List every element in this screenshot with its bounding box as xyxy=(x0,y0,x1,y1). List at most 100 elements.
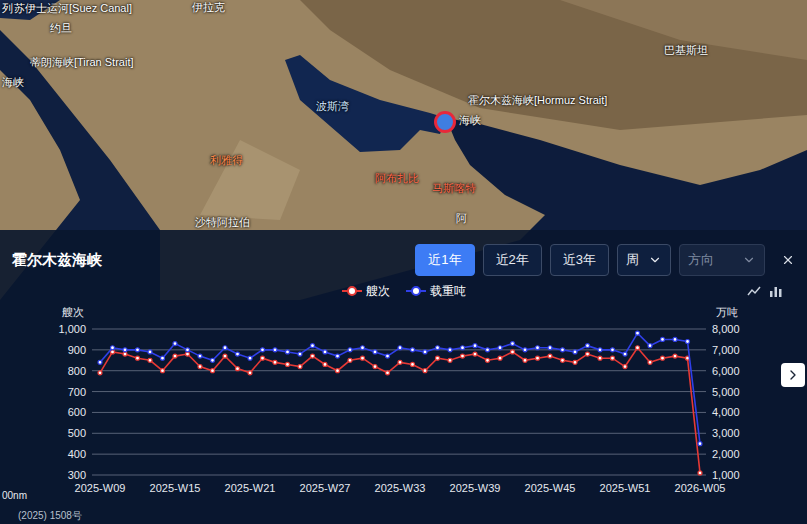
series-point[interactable] xyxy=(361,356,365,360)
map-label[interactable]: 蒂朗海峡[Tiran Strait] xyxy=(30,56,134,69)
series-point[interactable] xyxy=(111,345,115,349)
series-point[interactable] xyxy=(473,352,477,356)
series-point[interactable] xyxy=(211,358,215,362)
legend-item[interactable]: 载重吨 xyxy=(406,282,466,300)
series-point[interactable] xyxy=(548,354,552,358)
series-point[interactable] xyxy=(336,368,340,372)
series-point[interactable] xyxy=(473,343,477,347)
series-point[interactable] xyxy=(173,354,177,358)
map-label[interactable]: 苏伊士运河[Suez Canal] xyxy=(14,2,132,15)
series-point[interactable] xyxy=(398,360,402,364)
series-point[interactable] xyxy=(461,345,465,349)
series-point[interactable] xyxy=(498,356,502,360)
series-point[interactable] xyxy=(311,343,315,347)
series-point[interactable] xyxy=(261,356,265,360)
series-point[interactable] xyxy=(611,347,615,351)
period-select[interactable]: 周 xyxy=(617,244,671,276)
series-point[interactable] xyxy=(523,358,527,362)
map-label[interactable]: 阿布扎比 xyxy=(375,172,419,185)
series-point[interactable] xyxy=(486,358,490,362)
series-point[interactable] xyxy=(148,358,152,362)
series-point[interactable] xyxy=(273,347,277,351)
series-point[interactable] xyxy=(98,360,102,364)
line-chart-icon[interactable] xyxy=(747,285,761,297)
series-point[interactable] xyxy=(323,362,327,366)
series-point[interactable] xyxy=(211,368,215,372)
map-label[interactable]: 马斯喀特 xyxy=(432,182,476,195)
series-point[interactable] xyxy=(536,345,540,349)
series-point[interactable] xyxy=(511,349,515,353)
series-point[interactable] xyxy=(373,364,377,368)
series-point[interactable] xyxy=(248,370,252,374)
series-point[interactable] xyxy=(686,339,690,343)
series-point[interactable] xyxy=(486,347,490,351)
series-point[interactable] xyxy=(198,364,202,368)
series-point[interactable] xyxy=(323,349,327,353)
series-point[interactable] xyxy=(273,360,277,364)
series-point[interactable] xyxy=(186,347,190,351)
map-label[interactable]: 海峡 xyxy=(459,114,481,127)
series-point[interactable] xyxy=(573,360,577,364)
map-label[interactable]: 海峡 xyxy=(2,76,24,89)
map-label[interactable]: 霍尔木兹海峡[Hormuz Strait] xyxy=(468,94,607,107)
series-point[interactable] xyxy=(598,356,602,360)
series-point[interactable] xyxy=(523,347,527,351)
series-point[interactable] xyxy=(123,347,127,351)
series-point[interactable] xyxy=(648,343,652,347)
series-point[interactable] xyxy=(436,356,440,360)
series-point[interactable] xyxy=(411,362,415,366)
series-point[interactable] xyxy=(636,345,640,349)
series-point[interactable] xyxy=(561,347,565,351)
series-point[interactable] xyxy=(348,358,352,362)
series-point[interactable] xyxy=(673,354,677,358)
map-label[interactable]: 沙特阿拉伯 xyxy=(195,216,250,229)
series-point[interactable] xyxy=(286,349,290,353)
map-label[interactable]: 巴基斯坦 xyxy=(664,44,708,57)
direction-select[interactable]: 方向 xyxy=(679,244,765,276)
series-point[interactable] xyxy=(161,356,165,360)
map-label[interactable]: 阿 xyxy=(456,212,467,225)
series-point[interactable] xyxy=(236,366,240,370)
series-point[interactable] xyxy=(98,370,102,374)
series-point[interactable] xyxy=(661,337,665,341)
map-label[interactable]: 列 xyxy=(2,2,13,15)
series-point[interactable] xyxy=(261,347,265,351)
series-point[interactable] xyxy=(461,354,465,358)
next-button[interactable] xyxy=(781,363,805,387)
series-point[interactable] xyxy=(511,341,515,345)
series-point[interactable] xyxy=(336,354,340,358)
series-point[interactable] xyxy=(586,343,590,347)
series-point[interactable] xyxy=(448,358,452,362)
series-point[interactable] xyxy=(173,341,177,345)
series-point[interactable] xyxy=(636,331,640,335)
series-point[interactable] xyxy=(361,345,365,349)
series-point[interactable] xyxy=(236,352,240,356)
series-point[interactable] xyxy=(661,356,665,360)
range-button[interactable]: 近2年 xyxy=(483,244,542,276)
series-point[interactable] xyxy=(148,349,152,353)
bar-chart-icon[interactable] xyxy=(769,285,783,297)
map-label[interactable]: 伊拉克 xyxy=(192,1,225,14)
series-point[interactable] xyxy=(411,347,415,351)
series-point[interactable] xyxy=(611,356,615,360)
range-button[interactable]: 近1年 xyxy=(415,244,474,276)
series-point[interactable] xyxy=(548,345,552,349)
series-point[interactable] xyxy=(586,352,590,356)
map-label[interactable]: 利雅得 xyxy=(210,154,243,167)
close-button[interactable] xyxy=(777,249,799,271)
series-point[interactable] xyxy=(448,347,452,351)
series-point[interactable] xyxy=(186,352,190,356)
series-point[interactable] xyxy=(598,347,602,351)
series-point[interactable] xyxy=(286,362,290,366)
series-point[interactable] xyxy=(386,370,390,374)
series-point[interactable] xyxy=(623,364,627,368)
series-point[interactable] xyxy=(698,441,702,445)
series-point[interactable] xyxy=(373,349,377,353)
series-point[interactable] xyxy=(386,354,390,358)
series-point[interactable] xyxy=(248,356,252,360)
series-point[interactable] xyxy=(573,349,577,353)
series-point[interactable] xyxy=(536,356,540,360)
series-point[interactable] xyxy=(623,352,627,356)
series-point[interactable] xyxy=(298,364,302,368)
series-point[interactable] xyxy=(161,368,165,372)
